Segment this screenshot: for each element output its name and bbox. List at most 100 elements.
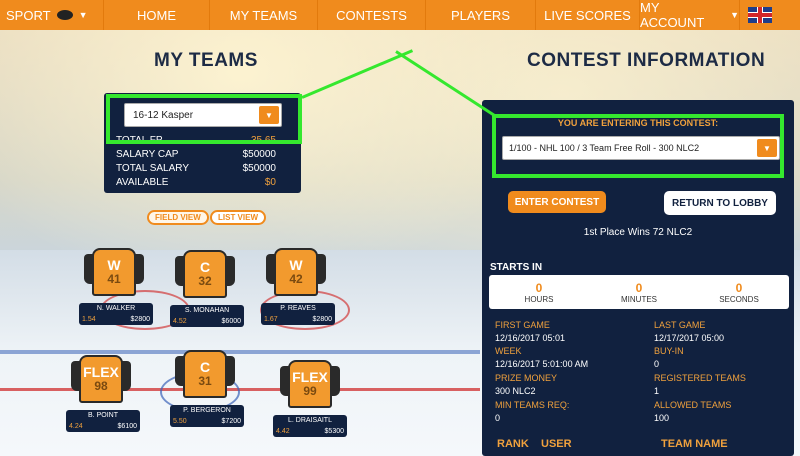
chevron-down-icon: ▼ (78, 10, 88, 20)
stat-label: SALARY CAP (116, 149, 179, 160)
player-fp: 5.50 (173, 418, 187, 425)
jersey-number: 32 (198, 274, 212, 288)
detail-label: LAST GAME (654, 320, 706, 330)
jersey-number: 99 (303, 384, 317, 398)
sport-selector[interactable]: SPORT ▼ (0, 0, 104, 30)
player-jersey[interactable]: W 41 (84, 248, 144, 296)
nav-my-teams[interactable]: MY TEAMS (210, 0, 318, 30)
enter-contest-button[interactable]: ENTER CONTEST (508, 191, 606, 213)
uk-flag-icon (748, 7, 772, 23)
countdown-value: 0 (535, 280, 543, 295)
player-fp: 4.42 (276, 428, 290, 435)
stat-row: AVAILABLE $0 (116, 177, 276, 188)
player-jersey[interactable]: FLEX 98 (71, 355, 131, 403)
column-header-team-name[interactable]: TEAM NAME (661, 438, 728, 450)
sport-label: SPORT (6, 7, 51, 23)
my-account-label: MY ACCOUNT (640, 0, 705, 30)
chevron-down-icon: ▼ (730, 10, 739, 20)
jersey-number: 98 (94, 379, 108, 393)
countdown-unit: HOURS (524, 294, 554, 304)
player-jersey[interactable]: W 42 (266, 248, 326, 296)
player-fp: 4.52 (173, 318, 187, 325)
player-name: L. DRAISAITL (288, 417, 332, 424)
player-name: P. BERGERON (183, 407, 231, 414)
starts-in-label: STARTS IN (490, 262, 543, 273)
countdown-box: 0 HOURS 0 MINUTES 0 SECONDS (489, 275, 789, 309)
countdown-minutes: 0 MINUTES (589, 275, 689, 309)
countdown-hours: 0 HOURS (489, 275, 589, 309)
puck-icon (56, 10, 73, 20)
player-card: B. POINT 4.24 $6100 (66, 410, 140, 432)
player-salary: $2800 (130, 316, 150, 323)
stat-label: TOTAL SALARY (116, 163, 189, 174)
highlight-box-contest (492, 114, 784, 178)
player-name: P. REAVES (280, 305, 316, 312)
ice-blue-line (0, 350, 480, 354)
player-jersey[interactable]: C 31 (175, 350, 235, 398)
detail-label: REGISTERED TEAMS (654, 373, 746, 383)
detail-label: FIRST GAME (495, 320, 550, 330)
detail-value: 12/17/2017 05:00 (654, 333, 725, 343)
player-card: P. BERGERON 5.50 $7200 (170, 405, 244, 427)
jersey-number: 42 (289, 272, 303, 286)
stat-value: $0 (264, 177, 276, 188)
nav-players[interactable]: PLAYERS (426, 0, 536, 30)
player-name: N. WALKER (96, 305, 136, 312)
top-nav: SPORT ▼ HOME MY TEAMS CONTESTS PLAYERS L… (0, 0, 800, 30)
player-salary: $2800 (312, 316, 332, 323)
detail-label: ALLOWED TEAMS (654, 400, 732, 410)
player-card: S. MONAHAN 4.52 $6000 (170, 305, 244, 327)
detail-label: PRIZE MONEY (495, 373, 558, 383)
field-view-button[interactable]: FIELD VIEW (147, 210, 209, 225)
highlight-box-team (106, 94, 302, 144)
nav-my-account[interactable]: MY ACCOUNT ▼ (640, 0, 740, 30)
stat-label: AVAILABLE (116, 177, 169, 188)
detail-value: 0 (654, 359, 660, 369)
stat-value: $50000 (242, 163, 276, 174)
countdown-unit: SECONDS (719, 294, 759, 304)
my-teams-heading: MY TEAMS (154, 50, 258, 71)
countdown-unit: MINUTES (621, 294, 657, 304)
player-fp: 1.67 (264, 316, 278, 323)
jersey-position: FLEX (292, 369, 328, 385)
detail-value: 1 (654, 386, 660, 396)
detail-value: 0 (495, 413, 501, 423)
countdown-value: 0 (735, 280, 743, 295)
language-selector[interactable] (740, 0, 780, 30)
detail-label: BUY-IN (654, 346, 684, 356)
player-card: N. WALKER 1.54 $2800 (79, 303, 153, 325)
player-fp: 1.54 (82, 316, 96, 323)
countdown-seconds: 0 SECONDS (689, 275, 789, 309)
detail-label: WEEK (495, 346, 522, 356)
stat-row: SALARY CAP $50000 (116, 149, 276, 160)
jersey-position: W (107, 257, 121, 273)
stat-row: TOTAL SALARY $50000 (116, 163, 276, 174)
player-salary: $7200 (221, 418, 241, 425)
jersey-position: C (199, 359, 211, 375)
list-view-button[interactable]: LIST VIEW (210, 210, 266, 225)
nav-contests[interactable]: CONTESTS (318, 0, 426, 30)
nav-live-scores[interactable]: LIVE SCORES (536, 0, 640, 30)
player-card: L. DRAISAITL 4.42 $5300 (273, 415, 347, 437)
return-to-lobby-button[interactable]: RETURN TO LOBBY (664, 191, 776, 215)
detail-value: 300 NLC2 (495, 386, 536, 396)
player-jersey[interactable]: C 32 (175, 250, 235, 298)
detail-label: MIN TEAMS REQ: (495, 400, 570, 410)
countdown-value: 0 (635, 280, 643, 295)
player-name: B. POINT (88, 412, 118, 419)
jersey-number: 41 (107, 272, 121, 286)
jersey-position: C (199, 259, 211, 275)
detail-value: 12/16/2017 05:01 (495, 333, 566, 343)
column-header-rank[interactable]: RANK (497, 438, 529, 450)
nav-home[interactable]: HOME (104, 0, 210, 30)
player-name: S. MONAHAN (184, 307, 230, 314)
contest-info-heading: CONTEST INFORMATION (527, 50, 766, 71)
stat-value: $50000 (242, 149, 276, 160)
player-jersey[interactable]: FLEX 99 (280, 360, 340, 408)
player-salary: $5300 (324, 428, 344, 435)
column-header-user[interactable]: USER (541, 438, 572, 450)
player-salary: $6000 (221, 318, 241, 325)
player-salary: $6100 (117, 423, 137, 430)
jersey-number: 31 (198, 374, 212, 388)
prize-line: 1st Place Wins 72 NLC2 (583, 227, 693, 238)
